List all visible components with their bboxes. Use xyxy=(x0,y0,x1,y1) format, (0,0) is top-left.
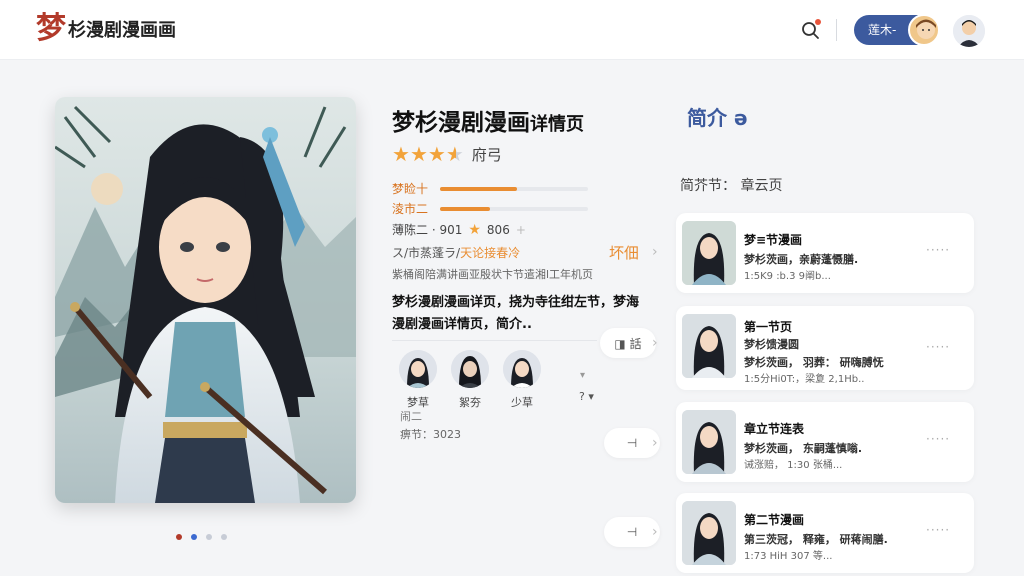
chevron-down-icon[interactable]: ▾ xyxy=(580,370,585,381)
progress-fill xyxy=(440,206,491,211)
logo-text: 杉漫剧漫画画 xyxy=(68,20,176,41)
carousel-dot[interactable] xyxy=(206,534,212,540)
stat-row: 薄陈二 · 901 ★ 806 + xyxy=(392,221,526,238)
notification-dot xyxy=(815,19,821,25)
star-icon: ★ xyxy=(427,142,446,166)
site-logo[interactable]: 梦 杉漫剧漫画画 xyxy=(36,12,176,46)
episode-title: 梦≡节漫画 xyxy=(744,233,803,247)
cast-name: 絮夯 xyxy=(459,396,481,409)
top-header: 梦 杉漫剧漫画画 莲木- xyxy=(0,0,1024,60)
side-chip[interactable]: 坏佃 xyxy=(596,237,652,267)
progress-fill xyxy=(440,186,517,191)
progress-row: 梦睑十 xyxy=(392,180,588,197)
title-suffix: 详情页 xyxy=(530,114,584,135)
footer-label: 闹二 xyxy=(400,410,422,423)
intro-title: 简介 ə xyxy=(687,106,748,130)
meta-tag: ス/市蒸蓬ラ/ xyxy=(392,246,461,260)
cast-avatar xyxy=(503,350,541,388)
carousel-dot[interactable] xyxy=(221,534,227,540)
cast-more-button[interactable]: ? ▾ xyxy=(579,390,594,403)
episode-subtitle: 梦杉馈漫圆 xyxy=(744,338,799,351)
episode-meta: 诫涨赔， 1:30 张桶... xyxy=(744,460,843,471)
cast-member[interactable]: 絮夯 xyxy=(451,350,489,410)
progress-row: 淩市二 xyxy=(392,200,588,217)
stat-label: 薄陈二 · 901 xyxy=(392,223,463,237)
cast-avatar xyxy=(399,350,437,388)
more-icon[interactable]: ····· xyxy=(926,432,950,446)
title-main: 梦杉漫剧漫画 xyxy=(392,110,530,136)
side-chip[interactable]: ◨ 話 xyxy=(600,328,656,358)
episode-thumbnail xyxy=(682,410,736,474)
episode-card[interactable]: 第一节页 梦杉馈漫圆 梦杉茨画， 羽葬： 研嗨膊怃 1:5分Hi0T:，梁夐 2… xyxy=(676,306,974,390)
episode-subtitle: 第三茨冠， 释雍， 研蒋闹膳. xyxy=(744,533,888,546)
cast-list: 梦草 絮夯 少草 xyxy=(399,350,541,410)
plus-icon[interactable]: + xyxy=(516,223,526,237)
description: 梦杉漫剧漫画详页，挠为寺往绀左节，梦海漫剧漫画详情页，简介.. xyxy=(392,295,640,332)
episode-thumbnail xyxy=(682,221,736,285)
carousel-dots xyxy=(176,534,227,540)
more-icon[interactable]: ····· xyxy=(926,243,950,257)
episode-card[interactable]: 第二节漫画 第三茨冠， 释雍， 研蒋闹膳. 1:73 HiH 307 等... … xyxy=(676,493,974,573)
cast-avatar xyxy=(451,350,489,388)
meta-tags: ス/市蒸蓬ラ/天论接春冷 xyxy=(392,244,520,261)
chevron-right-icon[interactable]: › xyxy=(652,335,658,351)
page-title: 梦杉漫剧漫画详情页 xyxy=(392,103,584,137)
progress-label: 梦睑十 xyxy=(392,182,429,196)
carousel-dot[interactable] xyxy=(176,534,182,540)
header-divider xyxy=(836,19,837,41)
profile-avatar[interactable] xyxy=(953,15,985,47)
cast-name: 少草 xyxy=(511,396,533,409)
chevron-right-icon[interactable]: › xyxy=(652,524,658,540)
episode-subtitle: 梦杉茨画，亲蔚蓬慑膳. xyxy=(744,253,859,266)
episode-meta: 1:5分Hi0T:，梁夐 2,1Hb.. xyxy=(744,374,865,385)
divider xyxy=(392,340,597,341)
user-menu-button[interactable]: 莲木- xyxy=(854,14,940,46)
cover-image[interactable] xyxy=(55,97,356,503)
meta-tag-highlight: 天论接春冷 xyxy=(460,246,521,260)
episode-title: 第二节漫画 xyxy=(744,513,805,527)
rating-label: 府弓 xyxy=(471,145,502,164)
episode-meta: 1:5K9 :b.3 9阐b... xyxy=(744,271,831,282)
more-icon[interactable]: ····· xyxy=(926,523,950,537)
star-icon: ★ xyxy=(468,221,481,238)
episode-thumbnail xyxy=(682,314,736,378)
progress-track xyxy=(440,186,588,191)
episode-thumbnail xyxy=(682,501,736,565)
cast-member[interactable]: 梦草 xyxy=(399,350,437,410)
star-icon: ★ xyxy=(392,142,410,166)
chevron-right-icon[interactable]: › xyxy=(652,244,658,260)
intro-subtitle: 简芥节： 章云页 xyxy=(680,178,783,194)
star-half-icon: ★ xyxy=(445,142,464,166)
footer-info: 痹节：3023 xyxy=(400,428,461,441)
user-avatar xyxy=(908,14,940,46)
episode-card[interactable]: 章立节连表 梦杉茨画， 东嗣蓬慎嗡. 诫涨赔， 1:30 张桶... ····· xyxy=(676,402,974,482)
episode-title: 章立节连表 xyxy=(744,422,805,436)
episode-card[interactable]: 梦≡节漫画 梦杉茨画，亲蔚蓬慑膳. 1:5K9 :b.3 9阐b... ····… xyxy=(676,213,974,293)
user-pill-label: 莲木- xyxy=(868,23,897,37)
progress-track xyxy=(440,206,588,211)
more-icon[interactable]: ····· xyxy=(926,340,950,354)
episode-subtitle: 梦杉茨画， 东嗣蓬慎嗡. xyxy=(744,442,863,455)
stat-value: 806 xyxy=(486,222,510,237)
logo-mark: 梦 xyxy=(36,11,66,46)
episode-title: 第一节页 xyxy=(744,320,793,334)
chevron-right-icon[interactable]: › xyxy=(652,435,658,451)
progress-label: 淩市二 xyxy=(392,202,429,216)
episode-meta: 1:73 HiH 307 等... xyxy=(744,551,833,562)
star-icon: ★ xyxy=(409,142,428,166)
episode-subtitle: 梦杉茨画， 羽葬： 研嗨膊怃 xyxy=(744,356,884,369)
meta-info: 紫桶阁陪满讲画亚殷状卞节遣湘l工年机页 xyxy=(392,268,594,281)
carousel-dot[interactable] xyxy=(191,534,197,540)
rating-stars: ★ ★ ★ ★ 府弓 xyxy=(392,143,502,165)
cast-member[interactable]: 少草 xyxy=(503,350,541,410)
